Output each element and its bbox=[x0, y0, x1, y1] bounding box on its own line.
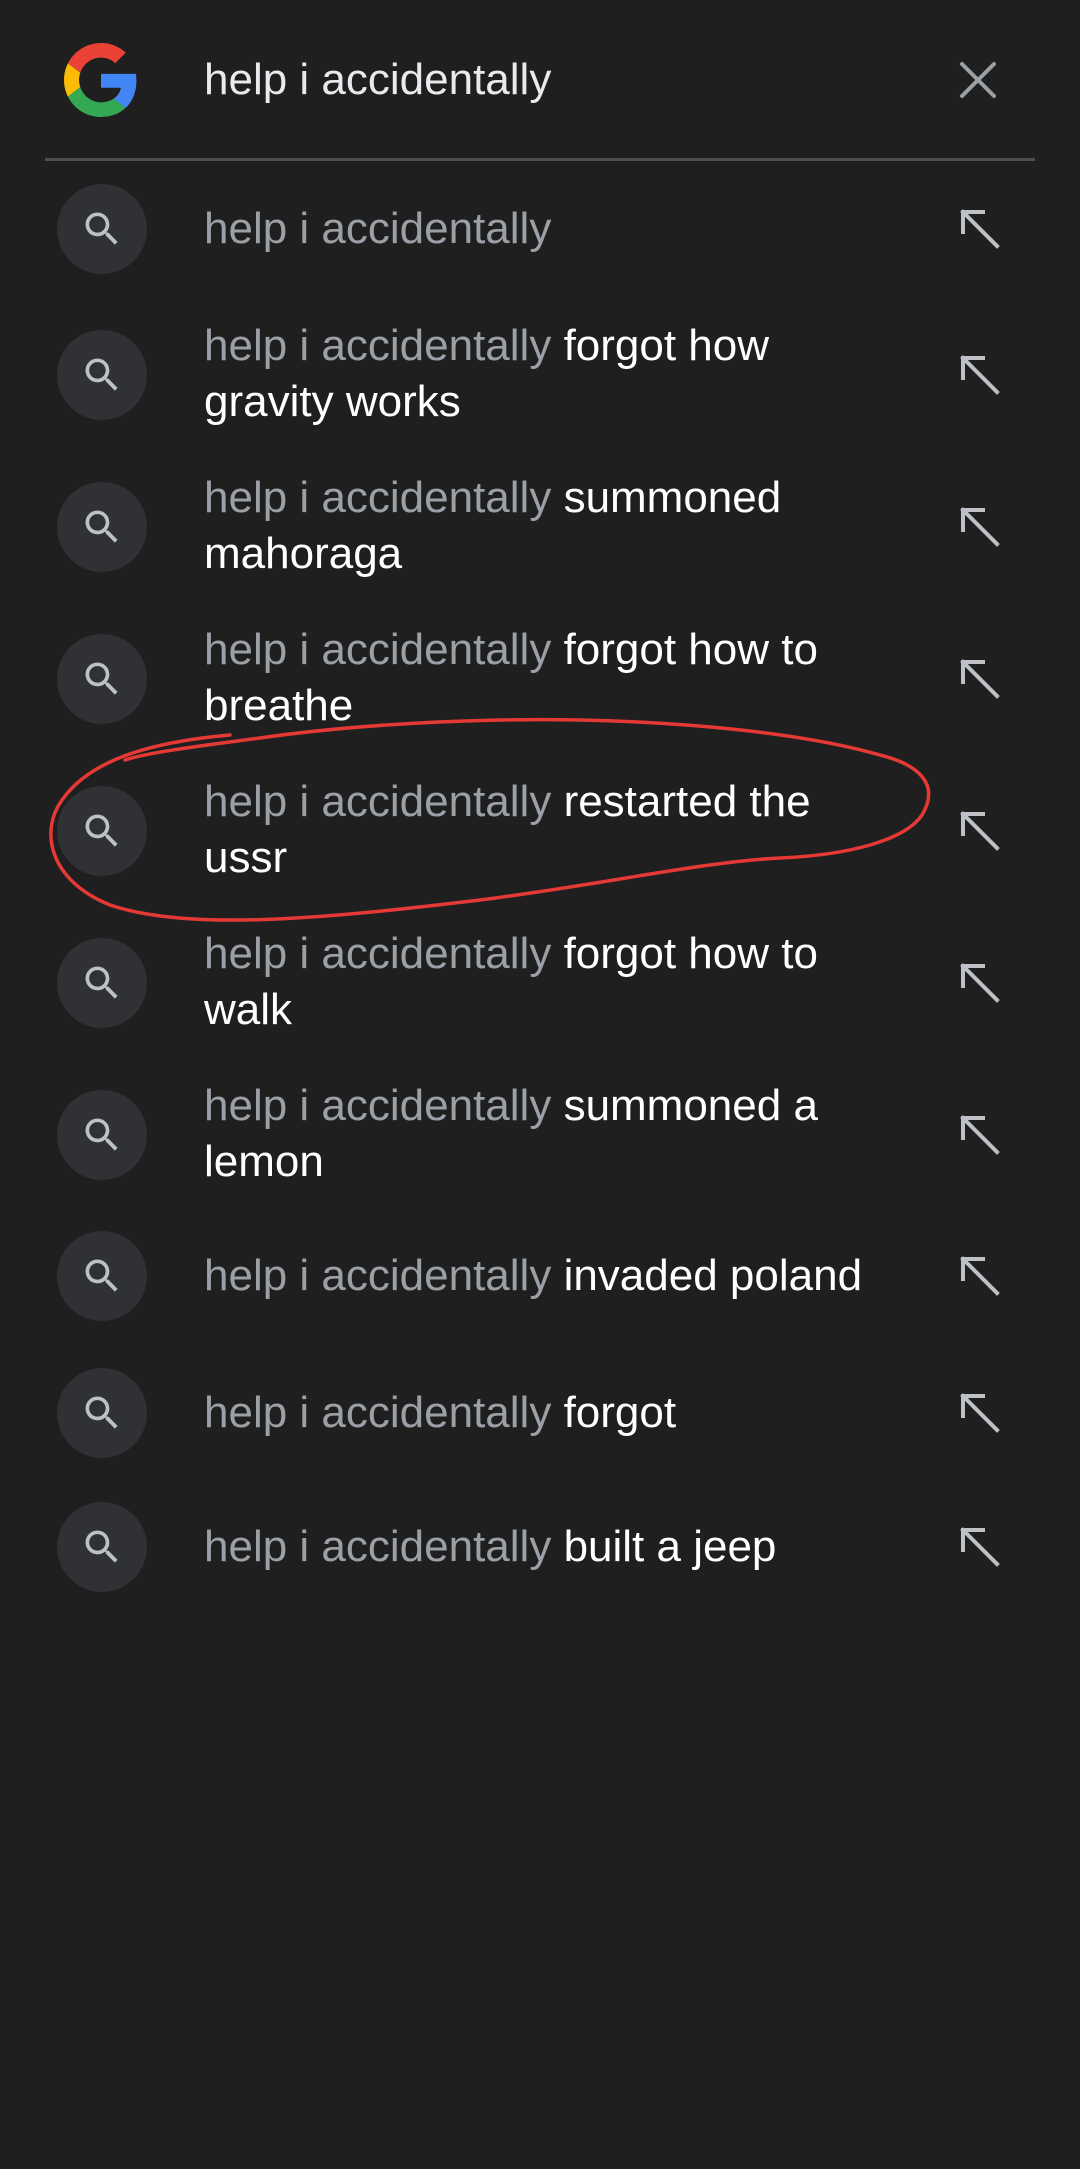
suggestion-prefix: help i accidentally bbox=[204, 1081, 552, 1130]
suggestion-text: help i accidentally forgot bbox=[204, 1385, 904, 1441]
close-icon bbox=[960, 62, 996, 98]
suggestion-prefix: help i accidentally bbox=[204, 321, 552, 370]
suggestion-item[interactable]: help i accidentally forgot how to breath… bbox=[0, 604, 1080, 744]
search-icon bbox=[85, 358, 118, 391]
suggestion-item[interactable]: help i accidentally summoned a lemon bbox=[0, 1060, 1080, 1200]
arrow-up-left-icon bbox=[960, 507, 1000, 547]
suggestion-prefix: help i accidentally bbox=[204, 1522, 552, 1571]
search-icon bbox=[85, 814, 118, 847]
arrow-up-left-icon bbox=[960, 1256, 1000, 1296]
fill-query-button[interactable] bbox=[950, 199, 1010, 259]
search-input[interactable] bbox=[204, 48, 904, 112]
arrow-up-left-icon bbox=[960, 659, 1000, 699]
suggestion-text: help i accidentally summoned a lemon bbox=[204, 1078, 904, 1190]
clear-button[interactable] bbox=[942, 44, 1014, 116]
suggestion-completion: forgot bbox=[563, 1388, 677, 1437]
search-icon bbox=[85, 1530, 118, 1563]
arrow-up-left-icon bbox=[960, 963, 1000, 1003]
suggestion-item[interactable]: help i accidentally restarted the ussr bbox=[0, 756, 1080, 896]
fill-query-button[interactable] bbox=[950, 1246, 1010, 1306]
fill-query-button[interactable] bbox=[950, 649, 1010, 709]
arrow-up-left-icon bbox=[960, 1393, 1000, 1433]
suggestion-prefix: help i accidentally bbox=[204, 204, 552, 253]
search-bar bbox=[0, 0, 1080, 161]
suggestion-text: help i accidentally bbox=[204, 201, 904, 257]
fill-query-button[interactable] bbox=[950, 1383, 1010, 1443]
search-icon-badge bbox=[57, 938, 147, 1028]
fill-query-button[interactable] bbox=[950, 1517, 1010, 1577]
search-icon-badge bbox=[57, 786, 147, 876]
search-icon-badge bbox=[57, 330, 147, 420]
suggestion-item[interactable]: help i accidentally forgot bbox=[0, 1346, 1080, 1486]
suggestion-prefix: help i accidentally bbox=[204, 1251, 552, 1300]
fill-query-button[interactable] bbox=[950, 345, 1010, 405]
suggestion-item[interactable]: help i accidentally built a jeep bbox=[0, 1482, 1080, 1622]
search-icon-badge bbox=[57, 1502, 147, 1592]
suggestion-text: help i accidentally invaded poland bbox=[204, 1248, 924, 1304]
suggestion-prefix: help i accidentally bbox=[204, 473, 552, 522]
search-icon bbox=[85, 1259, 118, 1292]
search-icon bbox=[85, 212, 118, 245]
suggestion-completion: invaded poland bbox=[563, 1251, 863, 1300]
suggestion-text: help i accidentally built a jeep bbox=[204, 1519, 904, 1575]
suggestion-completion: built a jeep bbox=[563, 1522, 777, 1571]
arrow-up-left-icon bbox=[960, 355, 1000, 395]
suggestion-item[interactable]: help i accidentally forgot how gravity w… bbox=[0, 300, 1080, 440]
fill-query-button[interactable] bbox=[950, 1105, 1010, 1165]
fill-query-button[interactable] bbox=[950, 953, 1010, 1013]
suggestion-item[interactable]: help i accidentally forgot how to walk bbox=[0, 908, 1080, 1048]
search-icon bbox=[85, 1118, 118, 1151]
search-icon-badge bbox=[57, 1368, 147, 1458]
suggestion-item[interactable]: help i accidentally summoned mahoraga bbox=[0, 452, 1080, 592]
suggestion-text: help i accidentally restarted the ussr bbox=[204, 774, 904, 886]
search-icon bbox=[85, 662, 118, 695]
search-icon bbox=[85, 510, 118, 543]
suggestion-text: help i accidentally forgot how to breath… bbox=[204, 622, 904, 734]
search-icon bbox=[85, 1396, 118, 1429]
suggestion-prefix: help i accidentally bbox=[204, 929, 552, 978]
suggestion-text: help i accidentally forgot how gravity w… bbox=[204, 318, 904, 430]
arrow-up-left-icon bbox=[960, 811, 1000, 851]
suggestion-prefix: help i accidentally bbox=[204, 625, 552, 674]
fill-query-button[interactable] bbox=[950, 497, 1010, 557]
search-icon-badge bbox=[57, 634, 147, 724]
search-icon-badge bbox=[57, 184, 147, 274]
arrow-up-left-icon bbox=[960, 1115, 1000, 1155]
suggestion-prefix: help i accidentally bbox=[204, 777, 552, 826]
arrow-up-left-icon bbox=[960, 1527, 1000, 1567]
search-icon-badge bbox=[57, 482, 147, 572]
suggestion-item[interactable]: help i accidentally invaded poland bbox=[0, 1212, 1080, 1352]
search-icon-badge bbox=[57, 1231, 147, 1321]
suggestion-item[interactable]: help i accidentally bbox=[0, 160, 1080, 300]
arrow-up-left-icon bbox=[960, 209, 1000, 249]
fill-query-button[interactable] bbox=[950, 801, 1010, 861]
search-icon bbox=[85, 966, 118, 999]
search-icon-badge bbox=[57, 1090, 147, 1180]
suggestion-prefix: help i accidentally bbox=[204, 1388, 552, 1437]
google-logo-icon bbox=[64, 43, 137, 117]
suggestion-text: help i accidentally summoned mahoraga bbox=[204, 470, 904, 582]
suggestion-text: help i accidentally forgot how to walk bbox=[204, 926, 904, 1038]
